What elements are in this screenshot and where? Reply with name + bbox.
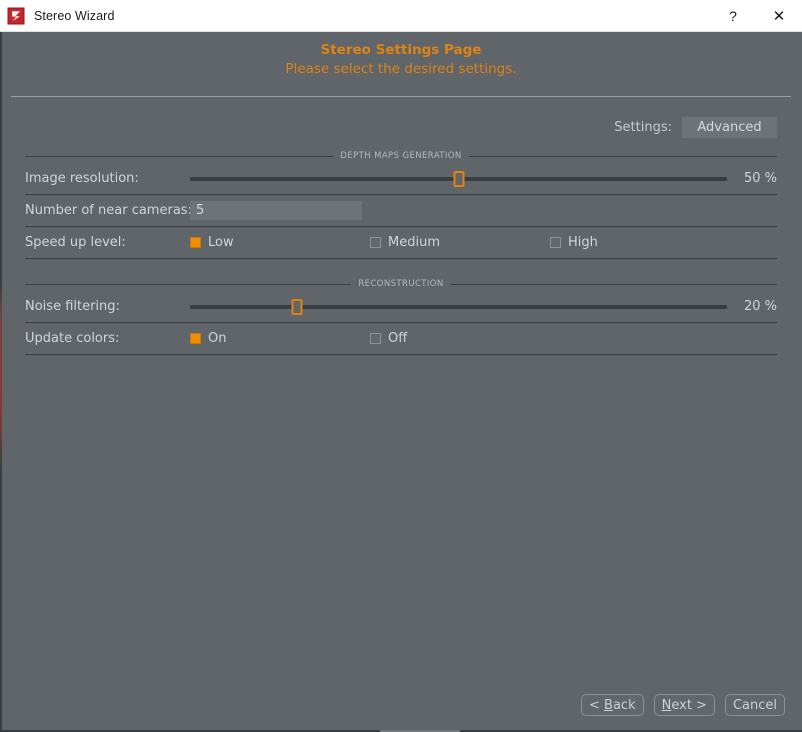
noise-filtering-value: 20 % bbox=[735, 299, 777, 314]
group-line-left bbox=[25, 156, 333, 157]
checkbox-label: On bbox=[208, 331, 226, 346]
slider-track[interactable] bbox=[190, 305, 727, 309]
next-rest: ext bbox=[671, 698, 692, 713]
back-button-label: < Back bbox=[589, 698, 636, 713]
stereo-wizard-icon bbox=[7, 7, 25, 25]
page-subtitle: Please select the desired settings. bbox=[0, 60, 802, 78]
next-button[interactable]: Next > bbox=[654, 694, 715, 716]
image-resolution-value: 50 % bbox=[735, 171, 777, 186]
image-resolution-slider[interactable] bbox=[190, 163, 727, 195]
checkbox-update-colors-on[interactable]: On bbox=[190, 331, 370, 346]
back-mnemonic: B bbox=[604, 698, 613, 713]
next-mnemonic: N bbox=[662, 698, 672, 713]
checkbox-update-colors-off[interactable]: Off bbox=[370, 331, 407, 346]
cancel-button[interactable]: Cancel bbox=[725, 694, 785, 716]
back-prefix: < bbox=[589, 698, 604, 713]
wizard-footer: < Back Next > Cancel bbox=[0, 684, 802, 732]
settings-preset-label: Settings: bbox=[614, 120, 672, 135]
checkbox-icon[interactable] bbox=[190, 237, 201, 248]
group-line-right bbox=[451, 284, 777, 285]
checkbox-speed-up-low[interactable]: Low bbox=[190, 235, 370, 250]
row-image-resolution: Image resolution: 50 % bbox=[25, 163, 777, 195]
slider-handle[interactable] bbox=[453, 171, 464, 187]
checkbox-label: Off bbox=[388, 331, 407, 346]
page-header: Stereo Settings Page Please select the d… bbox=[0, 32, 802, 97]
checkbox-label: High bbox=[568, 235, 598, 250]
title-bar: Stereo Wizard ? ✕ bbox=[0, 0, 802, 32]
row-number-of-near-cameras: Number of near cameras: bbox=[25, 195, 777, 227]
row-update-colors: Update colors: On Off bbox=[25, 323, 777, 355]
checkbox-icon[interactable] bbox=[370, 333, 381, 344]
row-label-noise-filtering: Noise filtering: bbox=[25, 299, 190, 314]
checkbox-label: Low bbox=[208, 235, 234, 250]
group-line-left bbox=[25, 284, 351, 285]
back-rest: ack bbox=[613, 698, 636, 713]
settings-preset-row: Settings: Advanced bbox=[25, 110, 777, 144]
checkbox-speed-up-high[interactable]: High bbox=[550, 235, 598, 250]
checkbox-speed-up-medium[interactable]: Medium bbox=[370, 235, 550, 250]
noise-filtering-slider[interactable] bbox=[190, 291, 727, 323]
close-button[interactable]: ✕ bbox=[756, 0, 802, 31]
next-suffix: > bbox=[692, 698, 707, 713]
group-line-right bbox=[469, 156, 777, 157]
help-button[interactable]: ? bbox=[710, 0, 756, 31]
group-caption: RECONSTRUCTION bbox=[351, 279, 450, 289]
row-label-number-of-near-cameras: Number of near cameras: bbox=[25, 203, 190, 218]
row-label-update-colors: Update colors: bbox=[25, 331, 190, 346]
row-noise-filtering: Noise filtering: 20 % bbox=[25, 291, 777, 323]
group-header-depth-maps-generation: DEPTH MAPS GENERATION bbox=[25, 149, 777, 163]
slider-handle[interactable] bbox=[292, 299, 303, 315]
settings-content: Settings: Advanced DEPTH MAPS GENERATION… bbox=[0, 97, 802, 684]
back-button[interactable]: < Back bbox=[581, 694, 644, 716]
checkbox-icon[interactable] bbox=[550, 237, 561, 248]
window-left-edge bbox=[0, 32, 2, 732]
row-speed-up-level: Speed up level: Low Medium High bbox=[25, 227, 777, 259]
number-of-near-cameras-input[interactable] bbox=[190, 201, 362, 220]
group-header-reconstruction: RECONSTRUCTION bbox=[25, 277, 777, 291]
checkbox-icon[interactable] bbox=[370, 237, 381, 248]
group-caption: DEPTH MAPS GENERATION bbox=[333, 151, 468, 161]
stereo-wizard-window: Stereo Wizard ? ✕ Stereo Settings Page P… bbox=[0, 0, 802, 732]
row-label-speed-up-level: Speed up level: bbox=[25, 235, 190, 250]
row-label-image-resolution: Image resolution: bbox=[25, 171, 190, 186]
next-button-label: Next > bbox=[662, 698, 707, 713]
checkbox-label: Medium bbox=[388, 235, 440, 250]
checkbox-icon[interactable] bbox=[190, 333, 201, 344]
window-title: Stereo Wizard bbox=[34, 9, 710, 23]
page-title: Stereo Settings Page bbox=[0, 41, 802, 59]
settings-preset-select[interactable]: Advanced bbox=[682, 117, 777, 138]
